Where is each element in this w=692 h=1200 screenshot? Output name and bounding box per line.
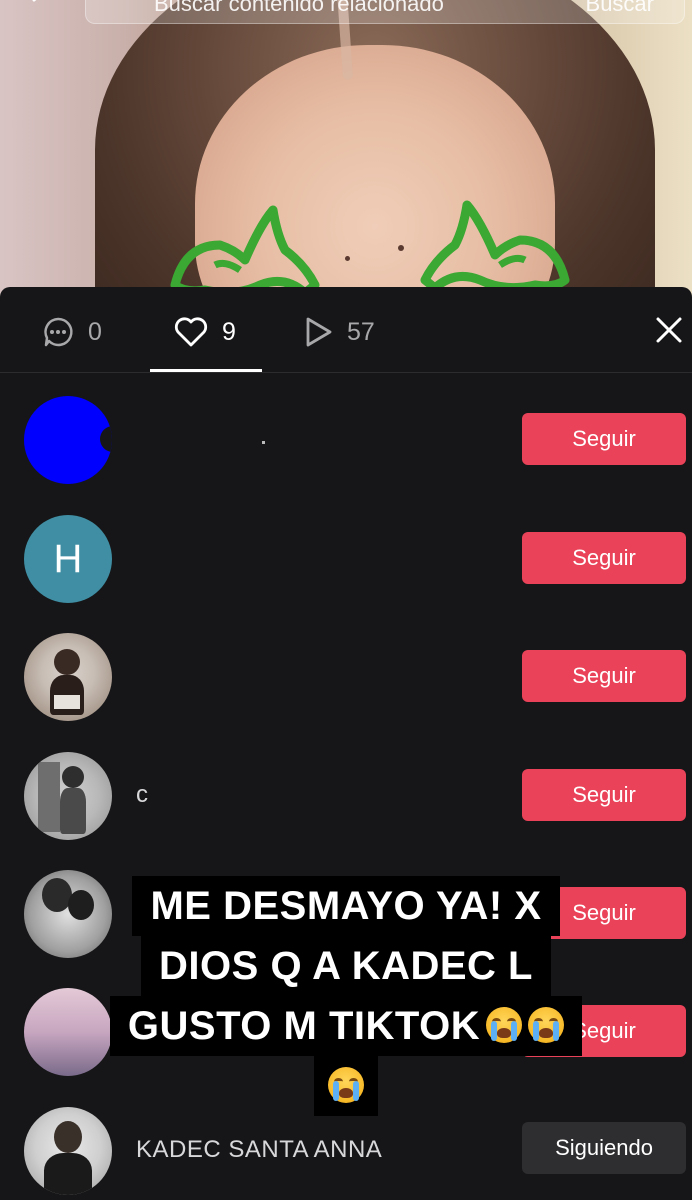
search-input[interactable]: Buscar contenido relacionado Buscar: [85, 0, 685, 24]
tab-likes[interactable]: 9: [174, 315, 236, 349]
follow-button[interactable]: Seguir: [522, 769, 686, 821]
tab-bar: 0 9 57: [0, 287, 692, 373]
avatar[interactable]: [24, 988, 112, 1076]
list-item[interactable]: Seguir: [0, 626, 692, 726]
comment-icon: [44, 317, 73, 347]
like-count: 9: [222, 317, 236, 346]
username[interactable]: KADEC SANTA ANNA: [136, 1136, 382, 1164]
avatar[interactable]: [24, 752, 112, 840]
username[interactable]: c: [136, 781, 149, 809]
comment-count: 0: [88, 317, 102, 346]
list-item[interactable]: H Seguir: [0, 508, 692, 608]
green-filter-left-icon: [170, 205, 320, 298]
list-item[interactable]: Seguir: [0, 981, 692, 1081]
avatar[interactable]: [24, 396, 112, 484]
tab-comments[interactable]: 0: [42, 315, 102, 349]
back-arrow-icon[interactable]: [30, 0, 50, 10]
list-item[interactable]: Seguir: [0, 863, 692, 963]
video-background: Buscar contenido relacionado Buscar: [0, 0, 692, 300]
freckle: [345, 256, 350, 261]
likes-sheet: 0 9 57 Seguir H Seguir Seguir c Seguir S…: [0, 287, 692, 1200]
view-count: 57: [347, 317, 375, 346]
list-item[interactable]: c Seguir: [0, 745, 692, 845]
avatar[interactable]: [24, 870, 112, 958]
freckle: [398, 245, 404, 251]
follow-button[interactable]: Seguir: [522, 650, 686, 702]
play-icon: [306, 317, 332, 347]
tab-views[interactable]: 57: [303, 315, 375, 349]
list-item[interactable]: Seguir: [0, 389, 692, 489]
follow-button[interactable]: Seguir: [522, 413, 686, 465]
search-placeholder: Buscar contenido relacionado: [154, 0, 444, 16]
active-tab-indicator: [150, 369, 262, 372]
follow-button[interactable]: Seguir: [522, 1005, 686, 1057]
search-button[interactable]: Buscar: [586, 0, 654, 23]
close-icon[interactable]: [654, 315, 684, 345]
list-item[interactable]: KADEC SANTA ANNA Siguiendo: [0, 1100, 692, 1200]
following-button[interactable]: Siguiendo: [522, 1122, 686, 1174]
heart-icon: [174, 317, 208, 347]
green-filter-right-icon: [420, 200, 570, 293]
follow-button[interactable]: Seguir: [522, 887, 686, 939]
follow-button[interactable]: Seguir: [522, 532, 686, 584]
avatar[interactable]: H: [24, 515, 112, 603]
avatar[interactable]: [24, 633, 112, 721]
dot: [262, 441, 265, 444]
avatar[interactable]: [24, 1107, 112, 1195]
